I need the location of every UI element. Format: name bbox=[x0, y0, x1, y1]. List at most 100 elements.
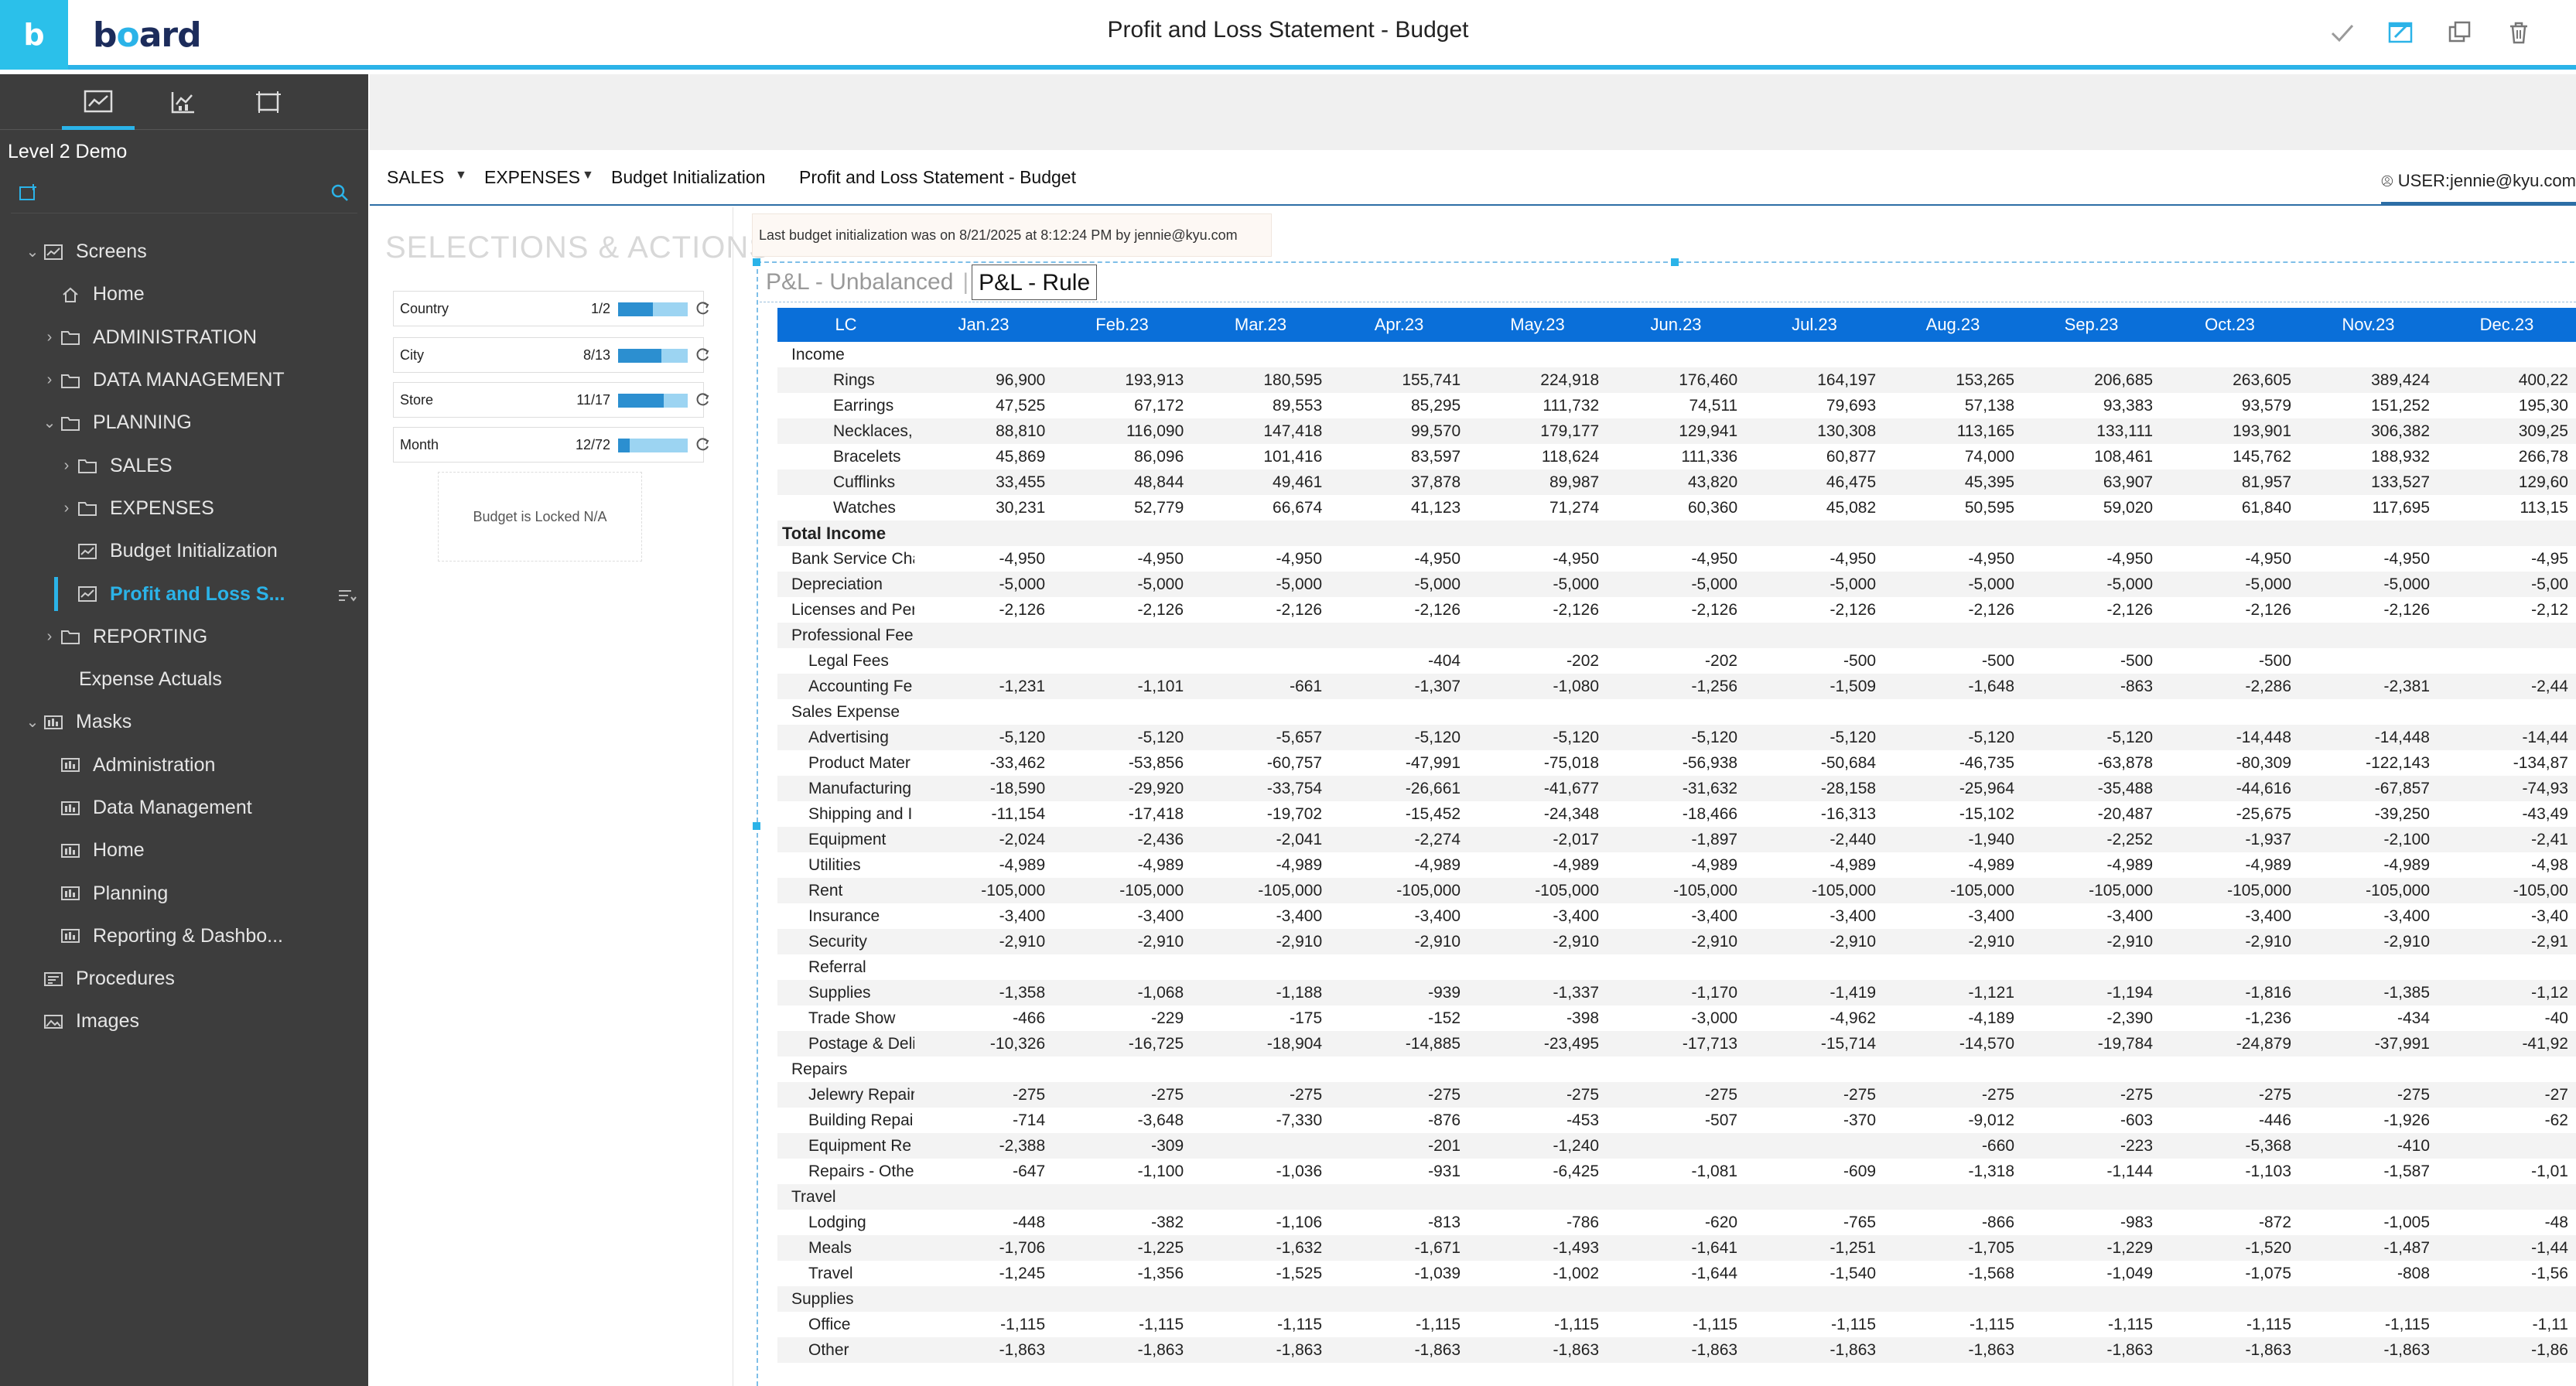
table-cell[interactable]: -1,115 bbox=[2022, 1312, 2161, 1337]
table-cell[interactable]: 389,424 bbox=[2299, 367, 2438, 393]
header-month[interactable]: Sep.23 bbox=[2022, 308, 2161, 342]
table-cell[interactable]: -1,863 bbox=[2161, 1337, 2299, 1363]
table-cell[interactable]: -1,487 bbox=[2299, 1235, 2438, 1261]
table-cell[interactable] bbox=[1053, 623, 1191, 648]
table-cell[interactable]: -2,41 bbox=[2438, 827, 2576, 852]
table-cell[interactable] bbox=[2438, 1057, 2576, 1082]
table-cell[interactable]: -19,784 bbox=[2022, 1031, 2161, 1057]
table-cell[interactable]: 309,25 bbox=[2438, 418, 2576, 444]
table-cell[interactable] bbox=[2022, 1286, 2161, 1312]
selection-store[interactable]: Store 11/17 bbox=[393, 382, 709, 418]
table-cell[interactable]: -2,252 bbox=[2022, 827, 2161, 852]
table-cell[interactable]: -28,158 bbox=[1745, 776, 1884, 801]
table-cell[interactable]: -5,120 bbox=[1468, 725, 1607, 750]
table-cell[interactable]: -448 bbox=[914, 1210, 1053, 1235]
table-cell[interactable]: -1,240 bbox=[1468, 1133, 1607, 1159]
table-cell[interactable]: -1,419 bbox=[1745, 980, 1884, 1005]
table-cell[interactable] bbox=[914, 1057, 1053, 1082]
table-cell[interactable]: -25,675 bbox=[2161, 801, 2299, 827]
table-cell[interactable]: 129,941 bbox=[1607, 418, 1745, 444]
table-cell[interactable] bbox=[1745, 1133, 1884, 1159]
table-cell[interactable]: -46,735 bbox=[1884, 750, 2022, 776]
table-cell[interactable]: -1,068 bbox=[1053, 980, 1191, 1005]
table-cell[interactable] bbox=[2022, 699, 2161, 725]
table-cell[interactable]: -5,120 bbox=[914, 725, 1053, 750]
sidebar-item-expense-actuals[interactable]: Expense Actuals bbox=[0, 658, 368, 701]
table-cell[interactable]: -1,493 bbox=[1468, 1235, 1607, 1261]
table-cell[interactable]: 74,511 bbox=[1607, 393, 1745, 418]
table-cell[interactable]: -4,98 bbox=[2438, 852, 2576, 878]
table-cell[interactable]: -202 bbox=[1607, 648, 1745, 674]
row-label[interactable]: Repairs bbox=[777, 1057, 914, 1082]
table-cell[interactable]: 116,090 bbox=[1053, 418, 1191, 444]
table-cell[interactable]: -1,56 bbox=[2438, 1261, 2576, 1286]
table-cell[interactable] bbox=[2438, 342, 2576, 367]
table-cell[interactable] bbox=[1607, 699, 1745, 725]
row-label[interactable]: Equipment bbox=[777, 827, 914, 852]
table-cell[interactable] bbox=[2022, 342, 2161, 367]
table-cell[interactable] bbox=[1745, 342, 1884, 367]
table-cell[interactable] bbox=[1745, 1286, 1884, 1312]
table-cell[interactable]: 66,674 bbox=[1191, 495, 1330, 521]
table-cell[interactable]: -1,106 bbox=[1191, 1210, 1330, 1235]
table-cell[interactable]: -3,400 bbox=[2022, 903, 2161, 929]
table-cell[interactable]: -3,400 bbox=[1745, 903, 1884, 929]
selection-city[interactable]: City 8/13 bbox=[393, 337, 709, 373]
table-cell[interactable]: -1,188 bbox=[1191, 980, 1330, 1005]
row-label[interactable]: Repairs - Othe bbox=[777, 1159, 914, 1184]
table-cell[interactable]: -7,330 bbox=[1191, 1108, 1330, 1133]
table-cell[interactable]: -1,101 bbox=[1053, 674, 1191, 699]
table-cell[interactable]: -63,878 bbox=[2022, 750, 2161, 776]
check-icon[interactable] bbox=[2328, 19, 2356, 46]
duplicate-icon[interactable] bbox=[2446, 19, 2474, 46]
table-cell[interactable] bbox=[2161, 1057, 2299, 1082]
table-cell[interactable]: -5,000 bbox=[1191, 572, 1330, 597]
table-cell[interactable]: -2,041 bbox=[1191, 827, 1330, 852]
table-cell[interactable] bbox=[1468, 1057, 1607, 1082]
table-cell[interactable]: -3,400 bbox=[2161, 903, 2299, 929]
table-cell[interactable] bbox=[1745, 1184, 1884, 1210]
table-cell[interactable]: -1,115 bbox=[2161, 1312, 2299, 1337]
table-cell[interactable]: -4,989 bbox=[1191, 852, 1330, 878]
table-cell[interactable]: 101,416 bbox=[1191, 444, 1330, 469]
table-cell[interactable]: -1,194 bbox=[2022, 980, 2161, 1005]
table-cell[interactable]: -3,400 bbox=[914, 903, 1053, 929]
table-cell[interactable]: -1,863 bbox=[1607, 1337, 1745, 1363]
row-label[interactable]: Cufflinks bbox=[777, 469, 914, 495]
table-cell[interactable] bbox=[1468, 1286, 1607, 1312]
table-cell[interactable]: -4,950 bbox=[914, 546, 1053, 572]
table-cell[interactable]: -4,950 bbox=[1191, 546, 1330, 572]
table-cell[interactable]: -41,92 bbox=[2438, 1031, 2576, 1057]
table-cell[interactable] bbox=[1745, 1057, 1884, 1082]
tab-pl-rule[interactable]: P&L - Rule bbox=[972, 265, 1098, 300]
table-cell[interactable]: -5,120 bbox=[1053, 725, 1191, 750]
table-cell[interactable] bbox=[2161, 342, 2299, 367]
table-cell[interactable]: -37,991 bbox=[2299, 1031, 2438, 1057]
tab-dataview[interactable] bbox=[141, 74, 226, 130]
table-cell[interactable]: 147,418 bbox=[1191, 418, 1330, 444]
row-label[interactable]: Product Mater bbox=[777, 750, 914, 776]
table-cell[interactable]: -813 bbox=[1330, 1210, 1468, 1235]
table-cell[interactable]: -2,910 bbox=[1607, 929, 1745, 954]
table-cell[interactable]: 133,527 bbox=[2299, 469, 2438, 495]
table-cell[interactable]: -4,962 bbox=[1745, 1005, 1884, 1031]
table-cell[interactable]: -1,705 bbox=[1884, 1235, 2022, 1261]
table-cell[interactable]: -1,229 bbox=[2022, 1235, 2161, 1261]
table-cell[interactable]: -1,706 bbox=[914, 1235, 1053, 1261]
tab-layout[interactable] bbox=[226, 74, 311, 130]
header-month[interactable]: Jun.23 bbox=[1607, 308, 1745, 342]
table-cell[interactable]: -661 bbox=[1191, 674, 1330, 699]
table-cell[interactable]: -500 bbox=[1745, 648, 1884, 674]
table-cell[interactable] bbox=[1884, 699, 2022, 725]
table-cell[interactable]: -105,000 bbox=[914, 878, 1053, 903]
table-cell[interactable] bbox=[1191, 623, 1330, 648]
nav-sales-caret-icon[interactable]: ▼ bbox=[455, 169, 467, 183]
table-cell[interactable]: -4,989 bbox=[914, 852, 1053, 878]
table-cell[interactable]: -5,000 bbox=[1607, 572, 1745, 597]
table-cell[interactable]: -1,002 bbox=[1468, 1261, 1607, 1286]
table-cell[interactable] bbox=[1191, 699, 1330, 725]
table-cell[interactable] bbox=[1191, 1133, 1330, 1159]
table-cell[interactable]: -35,488 bbox=[2022, 776, 2161, 801]
table-cell[interactable] bbox=[1053, 954, 1191, 980]
table-cell[interactable] bbox=[914, 648, 1053, 674]
